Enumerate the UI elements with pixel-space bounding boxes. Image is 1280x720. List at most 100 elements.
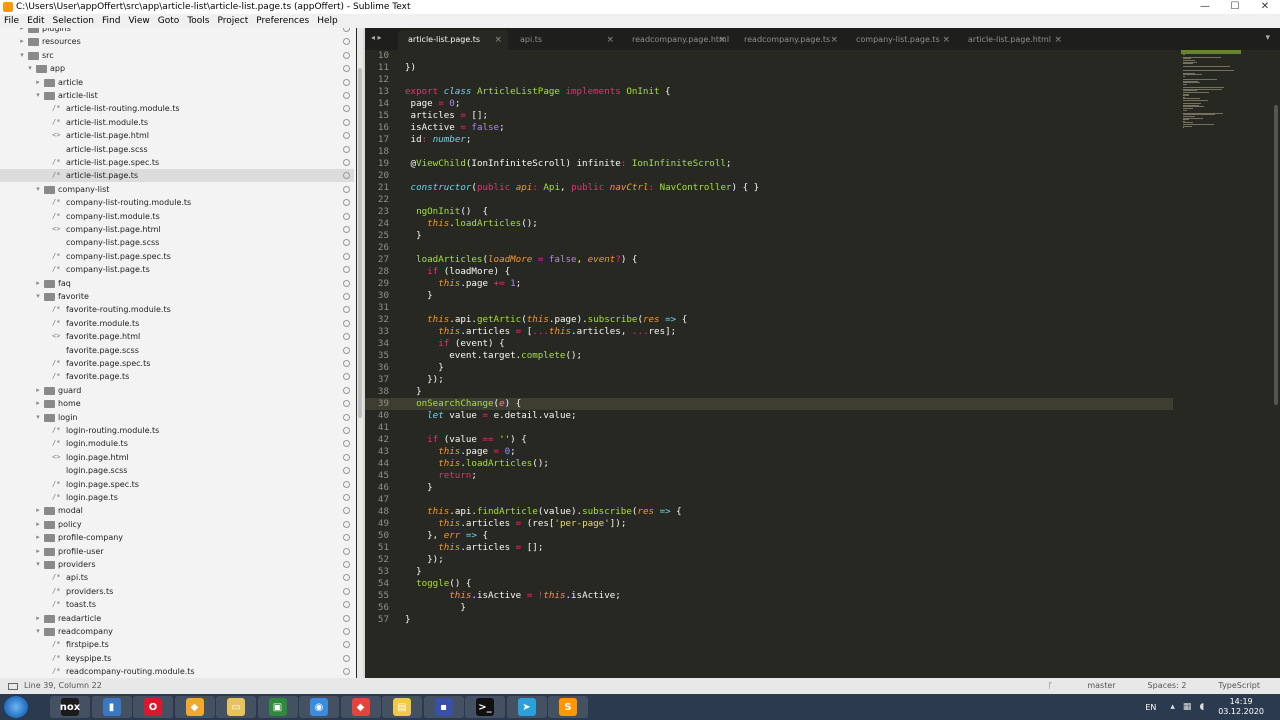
code-line[interactable]: 46 }	[365, 482, 1173, 494]
volume-icon[interactable]: ◖	[1199, 702, 1204, 712]
code-line[interactable]: 50 }, err => {	[365, 530, 1173, 542]
sidebar-folder[interactable]: ▸ readarticle	[0, 612, 354, 625]
sidebar-file[interactable]: /* toast.ts	[0, 598, 354, 611]
code-line[interactable]: 56 }	[365, 602, 1173, 614]
sidebar-folder[interactable]: ▾ src	[0, 49, 354, 62]
code-line[interactable]: 40 let value = e.detail.value;	[365, 410, 1173, 422]
sidebar-folder[interactable]: ▾ readcompany	[0, 625, 354, 638]
code-line[interactable]: 27 loadArticles(loadMore = false, event?…	[365, 254, 1173, 266]
sidebar-folder[interactable]: ▾ providers	[0, 558, 354, 571]
taskbar-app-sublime[interactable]: S	[548, 696, 588, 718]
menu-edit[interactable]: Edit	[23, 14, 48, 28]
code-line[interactable]: 30 }	[365, 290, 1173, 302]
sidebar-file[interactable]: <> company-list.page.html	[0, 223, 354, 236]
taskbar-app-terminal[interactable]: >_	[465, 696, 505, 718]
network-icon[interactable]: ▦	[1183, 702, 1192, 712]
tab-close-icon[interactable]: ×	[942, 30, 950, 50]
language-indicator[interactable]: EN	[1145, 703, 1156, 712]
menu-view[interactable]: View	[124, 14, 153, 28]
indentation-setting[interactable]: Spaces: 2	[1148, 678, 1187, 694]
code-line[interactable]: 54 toggle() {	[365, 578, 1173, 590]
sidebar-file[interactable]: favorite.page.scss	[0, 344, 354, 357]
chevron-right-icon[interactable]: ▸	[34, 384, 42, 397]
sidebar-file[interactable]: <> article-list.page.html	[0, 129, 354, 142]
sidebar-file[interactable]: /* login.module.ts	[0, 437, 354, 450]
tab-close-icon[interactable]: ×	[1054, 30, 1062, 50]
tab-menu-icon[interactable]: ▾	[1265, 33, 1270, 43]
code-line[interactable]: 35 event.target.complete();	[365, 350, 1173, 362]
taskbar-app-files[interactable]: ▮	[91, 696, 132, 718]
editor-scrollbar[interactable]	[1273, 50, 1280, 678]
code-line[interactable]: 28 if (loadMore) {	[365, 266, 1173, 278]
git-branch[interactable]: ᚴ master	[1048, 678, 1116, 694]
sidebar-file[interactable]: /* login.page.ts	[0, 491, 354, 504]
tab-close-icon[interactable]: ×	[494, 30, 502, 50]
code-line[interactable]: 33 this.articles = [...this.articles, ..…	[365, 326, 1173, 338]
sidebar-file[interactable]: /* article-list.page.spec.ts	[0, 156, 354, 169]
code-line[interactable]: 29 this.page += 1;	[365, 278, 1173, 290]
sidebar-folder[interactable]: ▸ policy	[0, 518, 354, 531]
menu-help[interactable]: Help	[313, 14, 342, 28]
sidebar-file[interactable]: /* article-list-routing.module.ts	[0, 102, 354, 115]
code-line[interactable]: 55 this.isActive = !this.isActive;	[365, 590, 1173, 602]
sidebar-file[interactable]: article-list.page.scss	[0, 143, 354, 156]
sidebar-file[interactable]: /* company-list-routing.module.ts	[0, 196, 354, 209]
taskbar-app-telegram[interactable]: ➤	[506, 696, 547, 718]
sidebar-folder[interactable]: ▸ resources	[0, 35, 354, 48]
code-line[interactable]: 45 return;	[365, 470, 1173, 482]
sidebar-folder[interactable]: ▾ favorite	[0, 290, 354, 303]
chevron-down-icon[interactable]: ▾	[34, 183, 42, 196]
sidebar-folder[interactable]: ▾ article-list	[0, 89, 354, 102]
chevron-right-icon[interactable]: ▸	[34, 504, 42, 517]
sidebar-file[interactable]: company-list.page.scss	[0, 236, 354, 249]
sidebar-file[interactable]: /* providers.ts	[0, 585, 354, 598]
chevron-down-icon[interactable]: ▾	[34, 558, 42, 571]
code-line[interactable]: 39 onSearchChange(e) {	[365, 398, 1173, 410]
chevron-right-icon[interactable]: ▸	[34, 277, 42, 290]
sidebar-file[interactable]: /* article-list.page.ts	[0, 169, 354, 183]
sidebar-folder[interactable]: ▾ login	[0, 411, 354, 424]
syntax-setting[interactable]: TypeScript	[1218, 678, 1260, 694]
tab-nav-arrows-icon[interactable]: ◂ ▸	[371, 33, 382, 42]
taskbar-app-app-green[interactable]: ▣	[257, 696, 298, 718]
code-editor[interactable]: 10 11}) 12 13 export class ArticleListPage i…	[365, 50, 1173, 678]
menu-tools[interactable]: Tools	[183, 14, 213, 28]
sidebar-file[interactable]: /* company-list.page.ts	[0, 263, 354, 276]
panel-toggle-icon[interactable]	[8, 682, 18, 690]
chevron-right-icon[interactable]: ▸	[34, 76, 42, 89]
sidebar-file[interactable]: /* article-list.module.ts	[0, 116, 354, 129]
taskbar-app-anydesk[interactable]: ◆	[340, 696, 381, 718]
code-line[interactable]: 20	[365, 170, 1173, 182]
sidebar-file[interactable]: /* company-list.module.ts	[0, 210, 354, 223]
code-line[interactable]: 49 this.articles = (res['per-page']);	[365, 518, 1173, 530]
sidebar-file[interactable]: /* readcompany-routing.module.ts	[0, 665, 354, 678]
code-line[interactable]: 34 if (event) {	[365, 338, 1173, 350]
code-line[interactable]: 25 }	[365, 230, 1173, 242]
editor-tab[interactable]: company-list.page.ts ×	[846, 30, 956, 50]
chevron-right-icon[interactable]: ▸	[34, 518, 42, 531]
sidebar-file[interactable]: /* company-list.page.spec.ts	[0, 250, 354, 263]
menu-project[interactable]: Project	[213, 14, 252, 28]
code-line[interactable]: 53 }	[365, 566, 1173, 578]
taskbar-app-app-yellow[interactable]: ◆	[174, 696, 215, 718]
code-line[interactable]: 32 this.api.getArtic(this.page).subscrib…	[365, 314, 1173, 326]
code-line[interactable]: 21 constructor(public api: Api, public n…	[365, 182, 1173, 194]
code-line[interactable]: 12	[365, 74, 1173, 86]
editor-scrollbar-thumb[interactable]	[1274, 105, 1278, 405]
code-line[interactable]: 26	[365, 242, 1173, 254]
chevron-down-icon[interactable]: ▾	[18, 49, 26, 62]
code-line[interactable]: 37 });	[365, 374, 1173, 386]
taskbar-app-opera[interactable]: O	[133, 696, 173, 718]
minimap[interactable]	[1173, 50, 1273, 678]
sidebar-folder[interactable]: ▾ company-list	[0, 183, 354, 196]
close-button[interactable]: ✕	[1250, 0, 1280, 14]
chevron-right-icon[interactable]: ▸	[18, 28, 26, 35]
code-line[interactable]: 52 });	[365, 554, 1173, 566]
editor-tab[interactable]: readcompany.page.ts ×	[734, 30, 844, 50]
sidebar-folder[interactable]: ▸ faq	[0, 277, 354, 290]
code-line[interactable]: 16 isActive = false;	[365, 122, 1173, 134]
sidebar-file[interactable]: <> login.page.html	[0, 451, 354, 464]
code-line[interactable]: 10	[365, 50, 1173, 62]
chevron-down-icon[interactable]: ▾	[34, 411, 42, 424]
code-line[interactable]: 31	[365, 302, 1173, 314]
